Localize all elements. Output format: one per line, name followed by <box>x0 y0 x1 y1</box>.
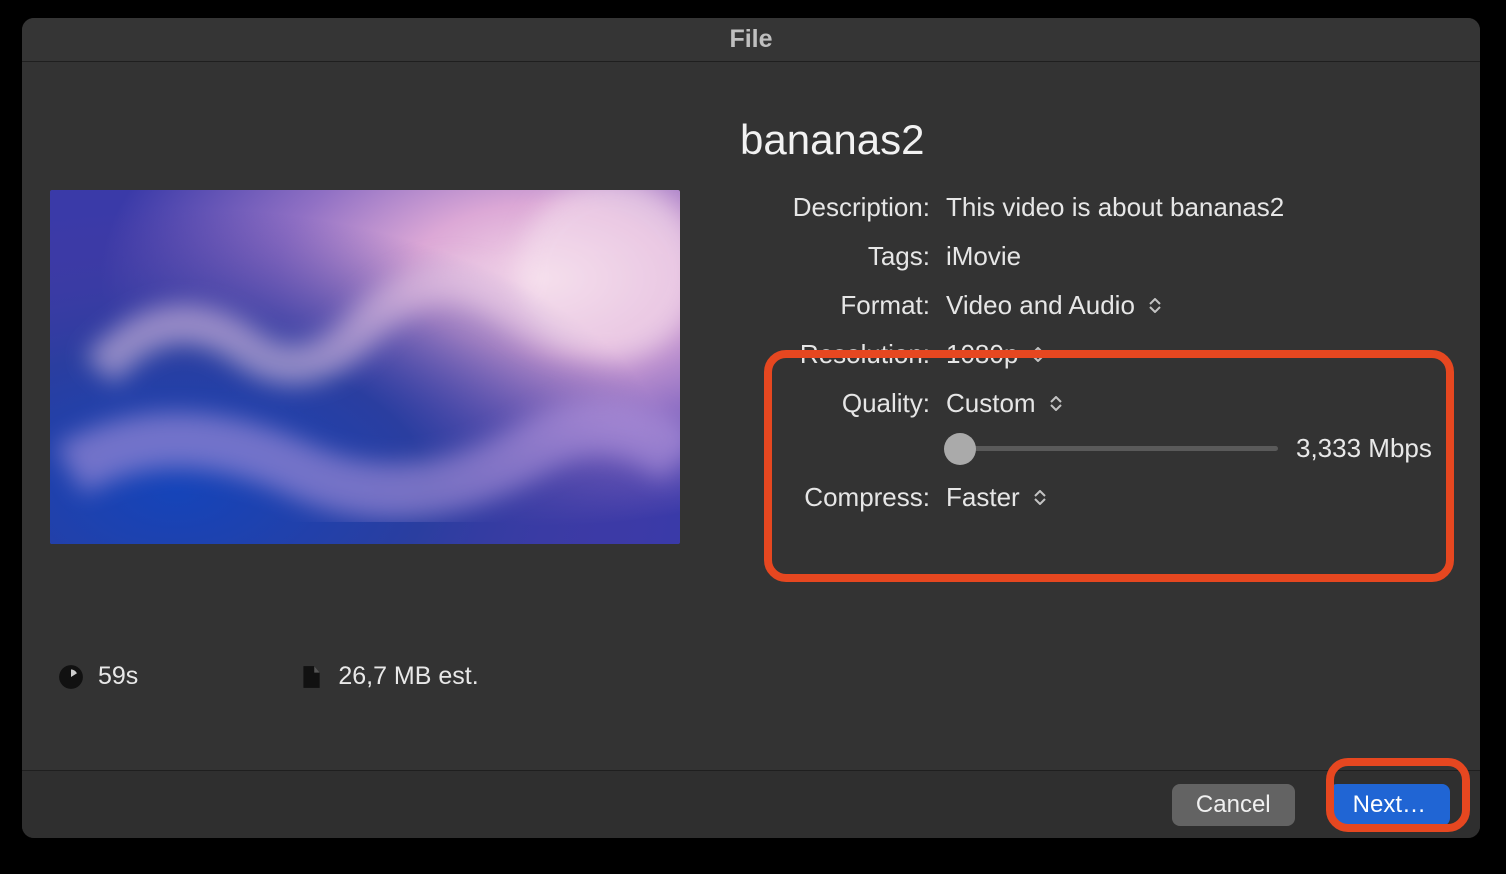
chevron-updown-icon <box>1149 298 1161 313</box>
resolution-select[interactable]: 1080p <box>946 339 1452 370</box>
export-stats: 59s 26,7 MB est. <box>50 662 730 691</box>
cancel-button[interactable]: Cancel <box>1172 784 1295 826</box>
video-thumbnail <box>50 190 680 544</box>
duration-stat: 59s <box>58 662 138 691</box>
duration-value: 59s <box>98 662 138 691</box>
slider-thumb[interactable] <box>944 433 976 465</box>
description-value[interactable]: This video is about bananas2 <box>946 192 1452 223</box>
description-label: Description: <box>740 192 930 223</box>
dialog-footer: Cancel Next… <box>22 770 1480 838</box>
filesize-stat: 26,7 MB est. <box>298 662 478 691</box>
export-form: Description: This video is about bananas… <box>740 192 1452 513</box>
chevron-updown-icon <box>1034 490 1046 505</box>
project-title: bananas2 <box>740 116 1452 164</box>
dialog-content: 59s 26,7 MB est. bananas2 Description: T… <box>22 62 1480 770</box>
quality-select[interactable]: Custom <box>946 388 1452 419</box>
tags-value[interactable]: iMovie <box>946 241 1452 272</box>
window-title: File <box>22 18 1480 62</box>
filesize-value: 26,7 MB est. <box>338 662 478 691</box>
resolution-label: Resolution: <box>740 339 930 370</box>
settings-column: bananas2 Description: This video is abou… <box>730 98 1452 760</box>
tags-label: Tags: <box>740 241 930 272</box>
bitrate-slider-row: 3,333 Mbps <box>946 433 1452 464</box>
bitrate-value: 3,333 Mbps <box>1296 433 1432 464</box>
format-select[interactable]: Video and Audio <box>946 290 1452 321</box>
file-icon <box>298 664 324 690</box>
compress-label: Compress: <box>740 482 930 513</box>
next-button[interactable]: Next… <box>1329 784 1450 826</box>
bitrate-slider[interactable] <box>946 446 1278 451</box>
compress-select[interactable]: Faster <box>946 482 1452 513</box>
chevron-updown-icon <box>1050 396 1062 411</box>
format-label: Format: <box>740 290 930 321</box>
preview-column: 59s 26,7 MB est. <box>50 98 730 760</box>
quality-label: Quality: <box>740 388 930 419</box>
chevron-updown-icon <box>1032 347 1044 362</box>
clock-icon <box>58 664 84 690</box>
export-dialog: File <box>22 18 1480 838</box>
